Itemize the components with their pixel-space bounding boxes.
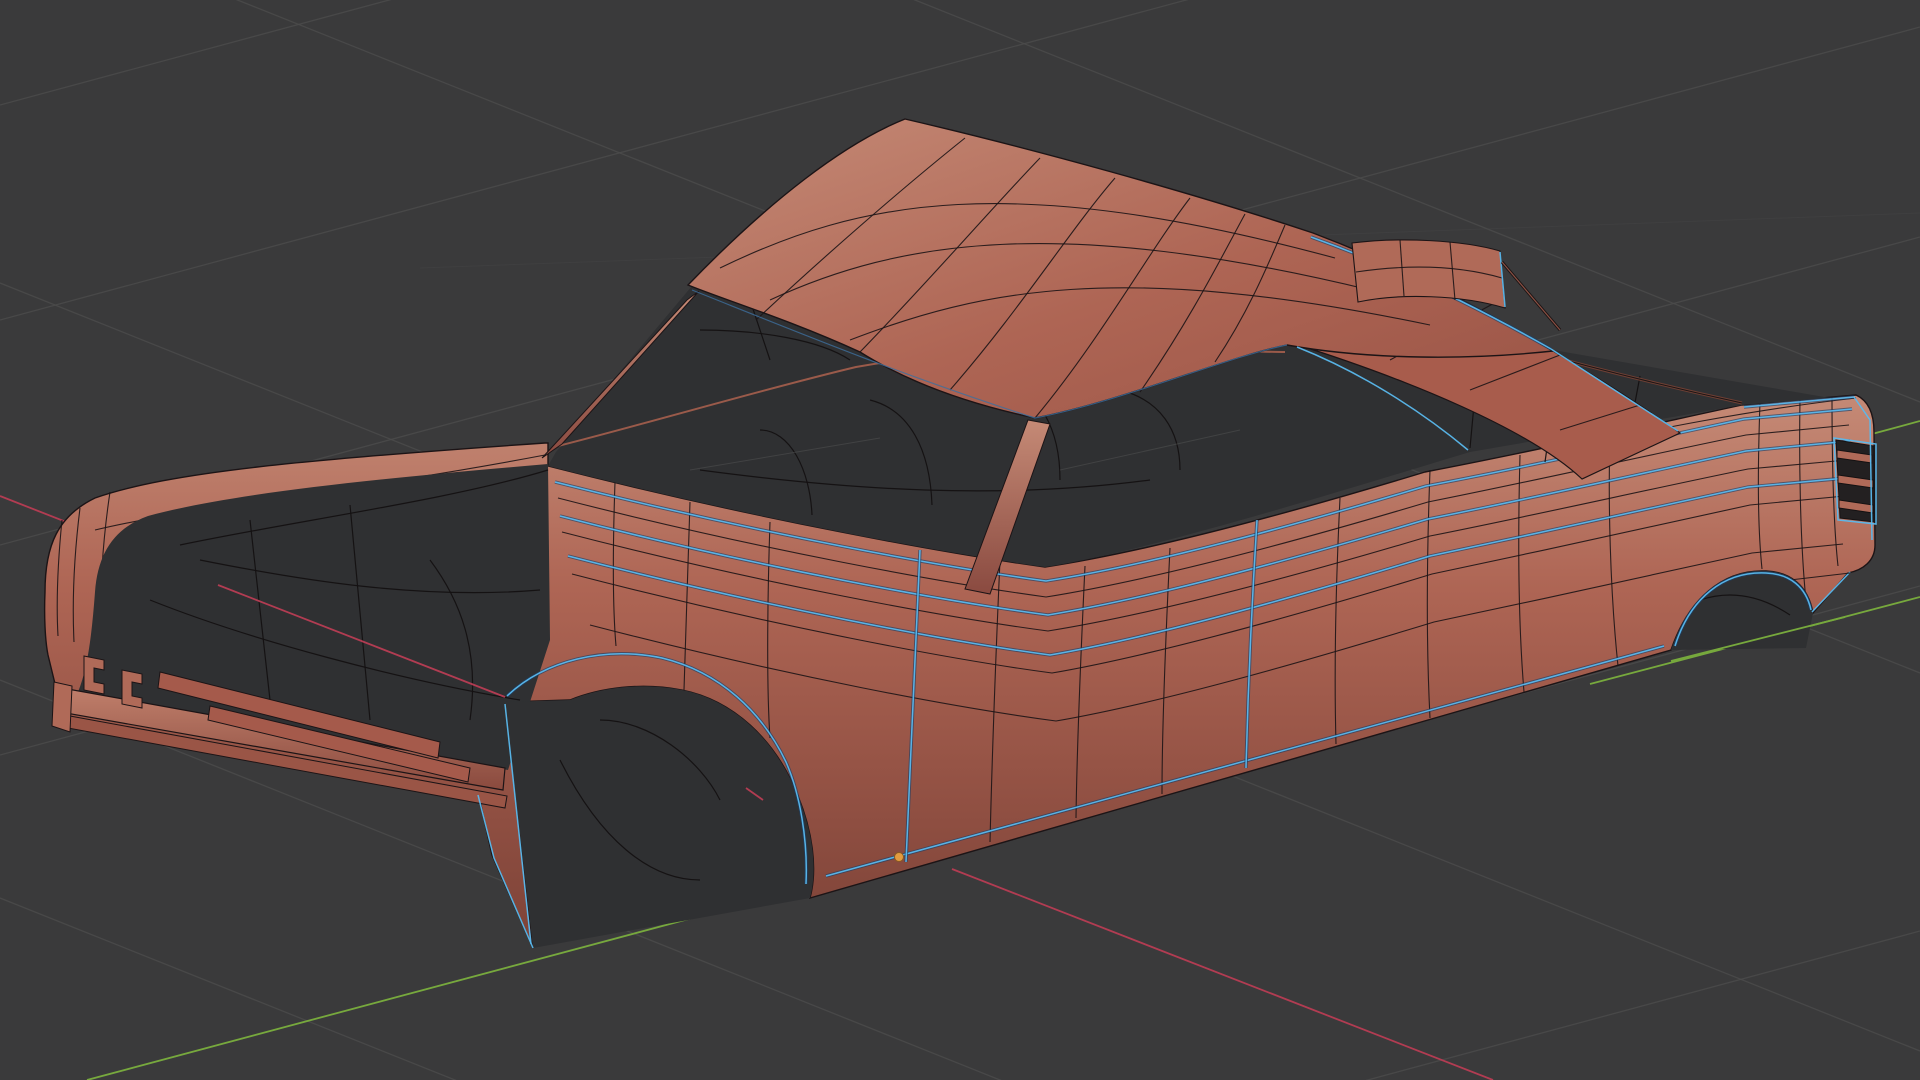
bumper-end-cap <box>52 682 72 732</box>
viewport-3d[interactable] <box>0 0 1920 1080</box>
origin-marker <box>895 853 904 862</box>
viewport-canvas[interactable] <box>0 0 1920 1080</box>
